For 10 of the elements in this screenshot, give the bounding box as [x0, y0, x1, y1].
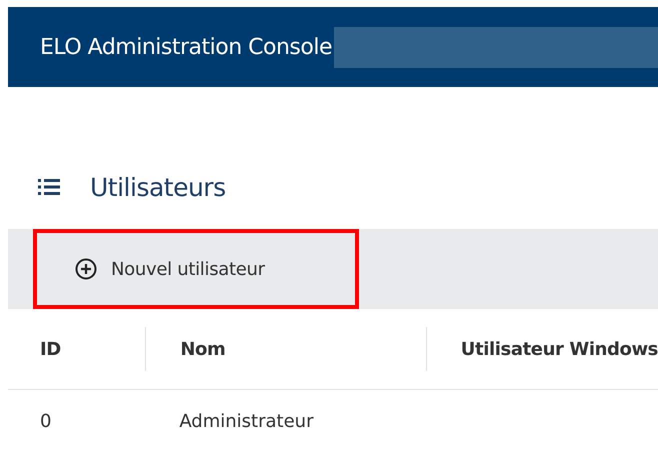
- column-header[interactable]: Nom: [180, 338, 226, 360]
- menu-icon[interactable]: [38, 179, 60, 195]
- column-header[interactable]: Utilisateur Windows: [460, 338, 658, 360]
- table-cell: 0: [40, 410, 52, 432]
- window-title: ELO Administration Console: [40, 34, 332, 60]
- column-header[interactable]: ID: [40, 338, 61, 360]
- table-cell: Administrateur: [179, 410, 314, 432]
- add-icon: [75, 258, 97, 280]
- page-title: Utilisateurs: [90, 172, 226, 202]
- new-user-button[interactable]: Nouvel utilisateur: [33, 229, 359, 309]
